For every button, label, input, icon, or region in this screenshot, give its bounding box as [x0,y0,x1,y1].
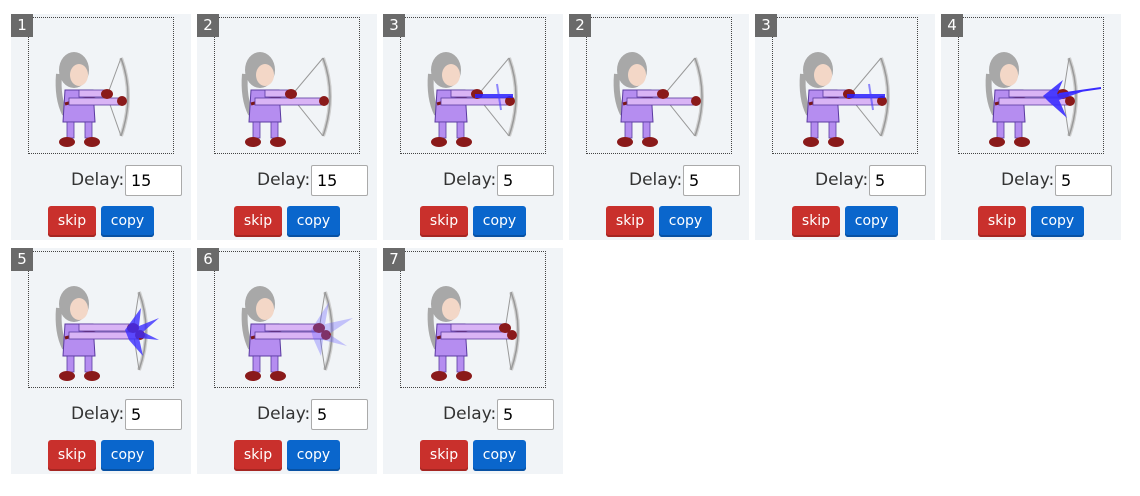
delay-input[interactable] [311,165,368,196]
archer-sprite-icon [427,286,520,381]
frame-number-badge: 3 [755,14,777,37]
delay-label: Delay: [71,170,125,190]
delay-label: Delay: [1001,170,1055,190]
frame-grid: 1Delay:skipcopy2Delay:skipcopy3Delay:ski… [0,0,1140,496]
delay-input[interactable] [1055,165,1112,196]
frame-preview [400,251,546,388]
delay-label: Delay: [815,170,869,190]
copy-button[interactable]: copy [473,440,526,471]
copy-button[interactable]: copy [101,206,154,237]
frame-card: 3 Delay: skipcopy [755,14,935,240]
frame-preview [28,251,174,388]
frame-preview [958,17,1104,154]
delay-label: Delay: [443,170,497,190]
copy-button[interactable]: copy [473,206,526,237]
frame-preview [586,17,732,154]
archer-sprite-icon [55,52,130,147]
frame-card: 1 Delay: skipcopy [11,14,191,240]
skip-button[interactable]: skip [48,206,96,237]
delay-input[interactable] [311,399,368,430]
copy-button[interactable]: copy [845,206,898,237]
frame-preview [214,251,360,388]
skip-button[interactable]: skip [606,206,654,237]
frame-preview [772,17,918,154]
frame-number-badge: 7 [383,248,405,271]
copy-button[interactable]: copy [287,440,340,471]
skip-button[interactable]: skip [420,206,468,237]
archer-sprite-icon [427,52,518,147]
skip-button[interactable]: skip [420,440,468,471]
frame-number-badge: 3 [383,14,405,37]
archer-sprite-icon [985,52,1102,147]
archer-sprite-icon [799,52,890,147]
delay-label: Delay: [71,404,125,424]
copy-button[interactable]: copy [287,206,340,237]
frame-number-badge: 5 [11,248,33,271]
delay-label: Delay: [443,404,497,424]
frame-number-badge: 2 [197,14,219,37]
frame-preview [28,17,174,154]
frame-card: 2 Delay: skipcopy [197,14,377,240]
skip-button[interactable]: skip [48,440,96,471]
copy-button[interactable]: copy [101,440,154,471]
delay-input[interactable] [125,165,182,196]
delay-input[interactable] [683,165,740,196]
frame-card: 2 Delay: skipcopy [569,14,749,240]
delay-input[interactable] [869,165,926,196]
frame-card: 3 Delay: skipcopy [383,14,563,240]
delay-input[interactable] [497,165,554,196]
frame-card: 5 Delay: skipcopy [11,248,191,474]
frame-preview [214,17,360,154]
frame-number-badge: 6 [197,248,219,271]
archer-sprite-icon [613,52,704,147]
archer-sprite-icon [241,52,332,147]
copy-button[interactable]: copy [659,206,712,237]
skip-button[interactable]: skip [234,440,282,471]
skip-button[interactable]: skip [792,206,840,237]
frame-number-badge: 1 [11,14,33,37]
frame-preview [400,17,546,154]
skip-button[interactable]: skip [978,206,1026,237]
copy-button[interactable]: copy [1031,206,1084,237]
delay-label: Delay: [257,404,311,424]
frame-card: 4 Delay: skipcopy [941,14,1121,240]
frame-card: 7 Delay: skipcopy [383,248,563,474]
archer-sprite-icon [55,286,159,381]
delay-input[interactable] [497,399,554,430]
frame-number-badge: 4 [941,14,963,37]
archer-sprite-icon [241,286,353,381]
delay-label: Delay: [629,170,683,190]
delay-input[interactable] [125,399,182,430]
frame-number-badge: 2 [569,14,591,37]
frame-card: 6 Delay: skipcopy [197,248,377,474]
delay-label: Delay: [257,170,311,190]
skip-button[interactable]: skip [234,206,282,237]
